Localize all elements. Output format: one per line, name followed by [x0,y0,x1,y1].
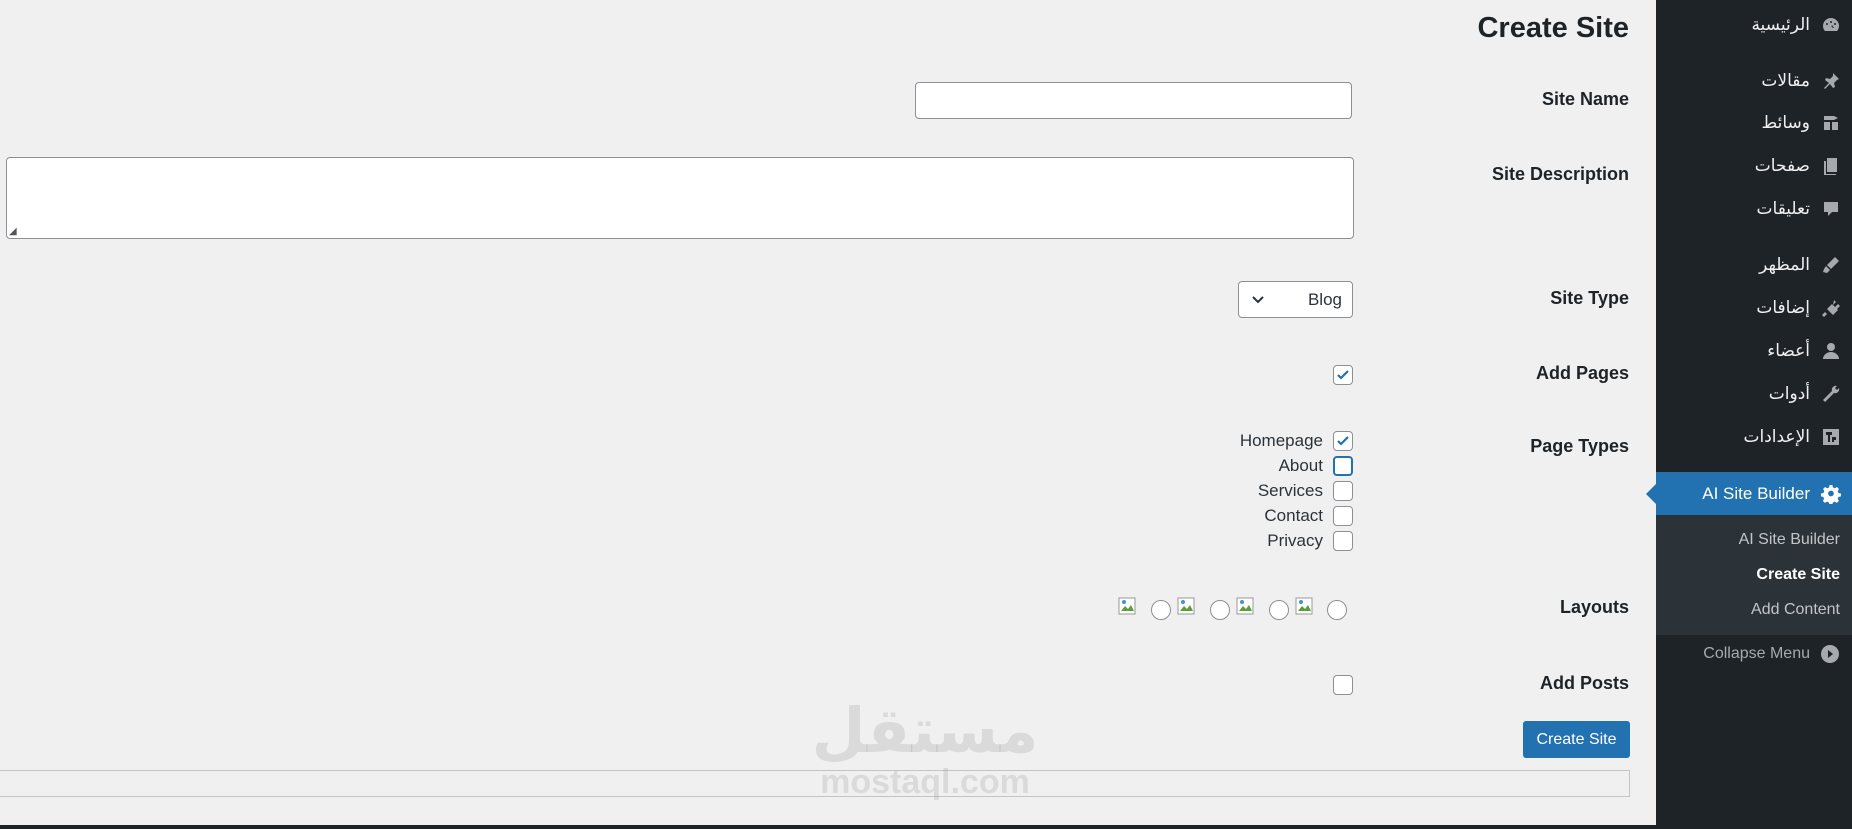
sidebar-item-label: الرئيسية [1751,15,1810,34]
pages-icon [1820,155,1842,177]
watermark-latin: mostaql.com [820,763,1030,801]
sidebar-item-label: أدوات [1768,384,1810,403]
sidebar-item-users[interactable]: أعضاء [1656,334,1852,368]
sidebar-item-label: أعضاء [1767,341,1810,360]
pin-icon [1820,70,1842,92]
collapse-menu-label: Collapse Menu [1703,645,1810,662]
add-pages-checkbox[interactable] [1333,365,1353,385]
add-posts-label: Add Posts [1539,673,1629,693]
sidebar-item-tools[interactable]: أدوات [1656,377,1852,411]
sidebar-item-label: تعليقات [1756,199,1810,218]
sidebar-item-label: إضافات [1756,298,1810,317]
layout-1-radio[interactable] [1151,600,1171,620]
page-type-contact-label: Contact [1264,506,1323,525]
layout-2-image-icon [1177,597,1197,617]
submenu-ai-site-builder: AI Site Builder Create Site Add Content [1656,515,1852,635]
page-type-homepage-checkbox[interactable] [1333,431,1353,451]
submenu-item-add-content[interactable]: Add Content [1751,601,1840,619]
sidebar-item-label: AI Site Builder [1702,484,1810,503]
sidebar-item-plugins[interactable]: إضافات [1656,291,1852,325]
sidebar-item-label: المظهر [1759,255,1810,274]
media-icon [1820,112,1842,134]
bottom-bar [0,825,1656,829]
checkmark-icon [1337,436,1349,446]
sidebar-item-settings[interactable]: الإعدادات [1656,420,1852,454]
collapse-menu-button[interactable]: Collapse Menu [1703,644,1840,664]
checkmark-icon [1337,370,1349,380]
layout-3-image-icon [1236,597,1256,617]
plugins-icon [1820,297,1842,319]
collapse-icon [1821,645,1839,663]
sidebar-item-label: صفحات [1754,156,1810,175]
sidebar-item-dashboard[interactable]: الرئيسية [1656,8,1852,42]
site-name-label: Site Name [1541,89,1629,109]
layouts-label: Layouts [1559,597,1629,617]
layout-3-radio[interactable] [1269,600,1289,620]
page-type-contact-checkbox[interactable] [1333,506,1353,526]
tools-icon [1820,383,1842,405]
page-type-services-label: Services [1257,481,1323,500]
comments-icon [1820,198,1842,220]
sidebar-item-label: وسائط [1761,113,1810,132]
page-type-about-checkbox[interactable] [1333,456,1353,476]
site-description-label: Site Description [1491,164,1629,184]
layout-4-image-icon [1295,597,1315,617]
active-indicator [1646,484,1656,504]
appearance-icon [1820,254,1842,276]
page-type-privacy-label: Privacy [1267,531,1323,550]
page-type-privacy-checkbox[interactable] [1333,531,1353,551]
sidebar-item-posts[interactable]: مقالات [1656,64,1852,98]
site-name-input[interactable] [915,82,1352,119]
watermark: مستقل mostaql.com [810,697,1040,801]
layout-1-image-icon [1118,597,1138,617]
site-description-textarea[interactable]: ◢ [6,157,1354,239]
layout-2-radio[interactable] [1210,600,1230,620]
admin-sidebar: الرئيسية مقالات وسائط صفحات تعليقات المظ… [1646,0,1852,829]
sidebar-item-media[interactable]: وسائط [1656,106,1852,140]
gear-icon [1820,483,1842,505]
page-type-about-label: About [1278,456,1323,475]
sidebar-item-ai-site-builder[interactable]: AI Site Builder [1646,472,1852,516]
settings-icon [1820,426,1842,448]
page-type-homepage-label: Homepage [1239,431,1323,450]
dashboard-icon [1820,14,1842,36]
add-posts-checkbox[interactable] [1333,675,1353,695]
sidebar-item-appearance[interactable]: المظهر [1656,248,1852,282]
page-types-label: Page Types [1530,436,1629,456]
add-pages-label: Add Pages [1535,363,1629,383]
sidebar-item-pages[interactable]: صفحات [1656,149,1852,183]
site-type-select[interactable]: Blog [1238,281,1353,318]
sidebar-item-comments[interactable]: تعليقات [1656,192,1852,226]
watermark-arabic: مستقل [811,697,1039,766]
layout-4-radio[interactable] [1327,600,1347,620]
page-type-services-checkbox[interactable] [1333,481,1353,501]
submenu-item-ai-site-builder[interactable]: AI Site Builder [1739,531,1840,549]
page-title: Create Site [1477,12,1629,44]
create-site-button[interactable]: Create Site [1523,721,1630,758]
submenu-item-create-site[interactable]: Create Site [1756,566,1840,584]
sidebar-item-label: مقالات [1761,71,1810,90]
chevron-down-icon [1252,295,1264,303]
resize-handle-icon[interactable]: ◢ [9,226,17,237]
sidebar-item-label: الإعدادات [1743,427,1810,446]
site-type-value: Blog [1307,289,1342,309]
users-icon [1820,340,1842,362]
site-type-label: Site Type [1550,288,1629,308]
